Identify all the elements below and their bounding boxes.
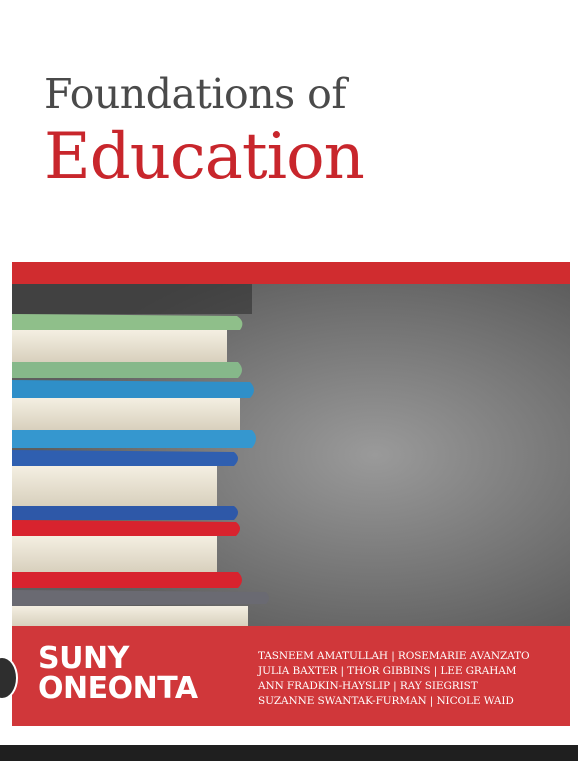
title-line-2: Education [44, 120, 365, 194]
title-line-1: Foundations of [44, 70, 347, 118]
author-line: JULIA BAXTER | THOR GIBBINS | LEE GRAHAM [258, 665, 517, 677]
suny-oneonta-logo: SUNY ONEONTA [38, 644, 198, 704]
author-line: TASNEEM AMATULLAH | ROSEMARIE AVANZATO [258, 650, 530, 662]
book-cover: Foundations of Education SUNY ONEONTA TA… [0, 0, 578, 761]
book-stack-illustration [12, 284, 570, 626]
bottom-bar [0, 745, 578, 761]
logo-line-2: ONEONTA [38, 671, 198, 706]
book-stack-photo [12, 284, 570, 626]
author-list: TASNEEM AMATULLAH | ROSEMARIE AVANZATO J… [258, 649, 530, 709]
author-line: ANN FRADKIN-HAYSLIP | RAY SIEGRIST [258, 680, 478, 692]
logo-line-1: SUNY [38, 641, 129, 676]
author-line: SUZANNE SWANTAK-FURMAN | NICOLE WAID [258, 695, 514, 707]
red-accent-bar [12, 262, 570, 284]
author-band: SUNY ONEONTA TASNEEM AMATULLAH | ROSEMAR… [12, 626, 570, 726]
